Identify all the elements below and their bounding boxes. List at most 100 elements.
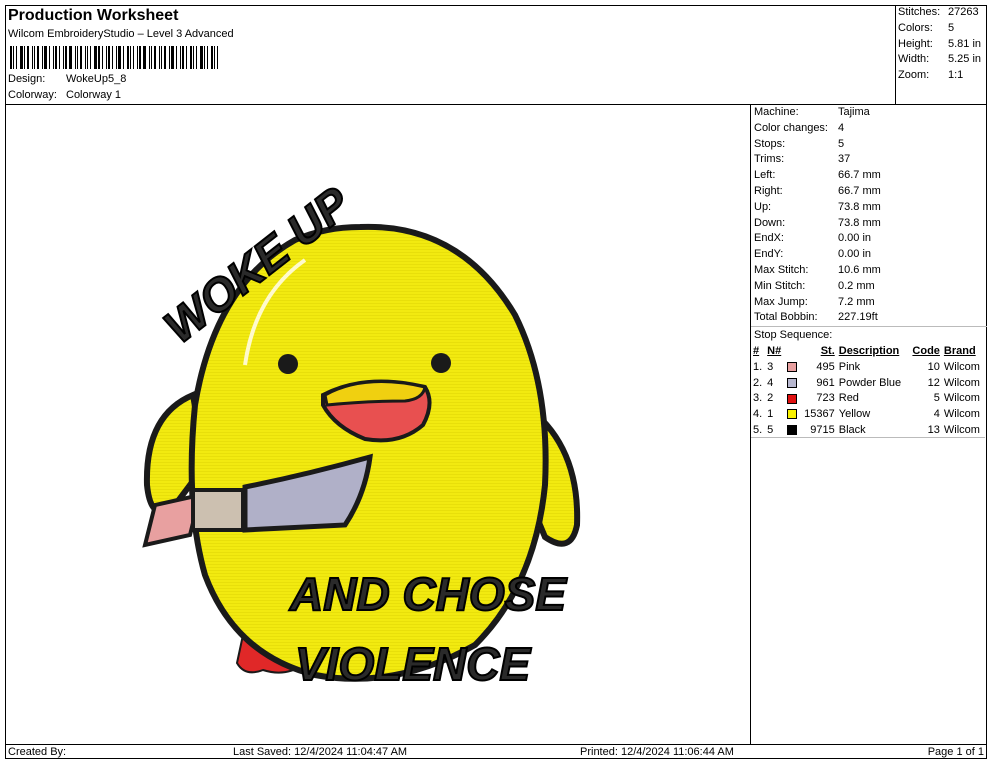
info-label: Min Stitch: (754, 279, 806, 292)
info-value: 0.00 in (838, 232, 872, 245)
colorway-label: Colorway: (8, 89, 57, 101)
info-value: 73.8 mm (838, 216, 881, 229)
barcode-bar (116, 46, 117, 69)
design-label: Design: (8, 73, 46, 85)
info-label: Max Stitch: (754, 263, 809, 276)
barcode-bar (90, 46, 91, 69)
barcode-bar (207, 46, 208, 69)
header: Production Worksheet Wilcom EmbroiderySt… (5, 5, 896, 105)
info-label: EndY: (754, 248, 784, 261)
machine-info: Machine: Tajima Color changes: 4 Stops: 5 Trim… (751, 105, 987, 326)
colors-label: Colors: (898, 22, 933, 34)
info-label: Max Jump: (754, 295, 808, 308)
barcode-bar (75, 46, 76, 69)
stop-num: 3. (753, 392, 763, 405)
color-swatch (785, 406, 800, 422)
stop-description: Pink (838, 360, 861, 373)
info-row: Color changes: 4 (751, 121, 987, 137)
stop-needle: 3 (767, 360, 774, 373)
stop-description: Red (838, 392, 859, 405)
info-row: Max Jump: 7.2 mm (751, 295, 987, 311)
width-label: Width: (898, 53, 930, 65)
info-value: 37 (838, 153, 851, 166)
barcode-bar (169, 46, 170, 69)
barcode-bar (186, 46, 187, 69)
col-num: # (753, 345, 760, 358)
barcode-bar (42, 46, 43, 69)
info-row: EndY: 0.00 in (751, 247, 987, 263)
zoom-value: 1:1 (948, 69, 964, 81)
info-row: Up: 73.8 mm (751, 200, 987, 216)
barcode-bar (55, 46, 57, 69)
barcode-bar (20, 46, 23, 69)
info-value: 66.7 mm (838, 184, 881, 197)
info-value: 5 (838, 137, 845, 150)
page-title: Production Worksheet (8, 7, 179, 24)
left-eye (278, 354, 298, 374)
stop-stitches: 723 (816, 392, 835, 405)
footer: Created By: Last Saved: 12/4/2024 11:04:… (5, 744, 987, 759)
barcode-bar (37, 46, 39, 69)
stop-description: Yellow (838, 408, 871, 421)
barcode-bar (106, 46, 107, 69)
barcode-bar (49, 46, 50, 69)
info-value: Tajima (838, 106, 870, 118)
page-number: Page 1 of 1 (927, 746, 984, 758)
col-brand: Brand (943, 345, 976, 358)
stop-needle: 4 (767, 376, 774, 389)
barcode-bar (193, 46, 194, 69)
swatch-box (786, 377, 797, 388)
info-value: 7.2 mm (838, 295, 875, 308)
software-name: Wilcom EmbroideryStudio – Level 3 Advanc… (8, 28, 234, 40)
stop-num: 1. (753, 360, 763, 373)
barcode-bar (214, 46, 215, 69)
height-row: Height: 5.81 in (898, 38, 981, 50)
stop-brand: Wilcom (943, 423, 980, 436)
barcode-bar (85, 46, 86, 69)
info-label: Left: (754, 169, 776, 182)
stop-stitches: 495 (816, 360, 835, 373)
stop-table: # N# St. Description Code Brand 1. 3 495… (751, 343, 985, 439)
stop-num: 4. (753, 408, 763, 421)
stop-table-header: # N# St. Description Code Brand (751, 343, 985, 359)
stop-brand: Wilcom (943, 408, 980, 421)
stop-description: Black (838, 423, 866, 436)
info-value: 4 (838, 121, 845, 134)
barcode-bar (190, 46, 192, 69)
info-row: Right: 66.7 mm (751, 184, 987, 200)
stop-num: 2. (753, 376, 763, 389)
col-n: N# (767, 345, 782, 358)
barcode-bar (161, 46, 162, 69)
barcode-bar (211, 46, 213, 69)
barcode-bar (112, 46, 113, 69)
colorway-row: Colorway: Colorway 1 (8, 89, 121, 101)
stop-description: Powder Blue (838, 376, 902, 389)
barcode-bar (180, 46, 181, 69)
barcode-bar (94, 46, 97, 69)
col-st: St. (820, 345, 835, 358)
col-swatch (785, 343, 800, 359)
barcode-bar (154, 46, 156, 69)
height-label: Height: (898, 38, 933, 50)
stop-row: 5. 5 9715 Black 13 Wilcom (751, 422, 985, 438)
stop-row: 1. 3 495 Pink 10 Wilcom (751, 359, 985, 375)
stop-code: 5 (933, 392, 940, 405)
barcode-bar (10, 46, 12, 69)
design-row: Design: WokeUp5_8 (8, 73, 126, 85)
barcode (10, 46, 235, 69)
stop-code: 12 (927, 376, 940, 389)
barcode-bar (13, 46, 14, 69)
info-row: Max Stitch: 10.6 mm (751, 263, 987, 279)
stop-stitches: 15367 (804, 408, 835, 421)
knife-bolster (191, 488, 245, 532)
barcode-bar (59, 46, 60, 69)
info-row: Trims: 37 (751, 152, 987, 168)
swatch-box (786, 361, 797, 372)
barcode-bar (171, 46, 174, 69)
barcode-bar (32, 46, 33, 69)
info-value: 0.2 mm (838, 279, 875, 292)
info-value: 73.8 mm (838, 200, 881, 213)
info-panel: Machine: Tajima Color changes: 4 Stops: 5 Trim… (751, 105, 987, 439)
zoom-row: Zoom: 1:1 (898, 69, 963, 81)
stop-stitches: 9715 (810, 423, 835, 436)
